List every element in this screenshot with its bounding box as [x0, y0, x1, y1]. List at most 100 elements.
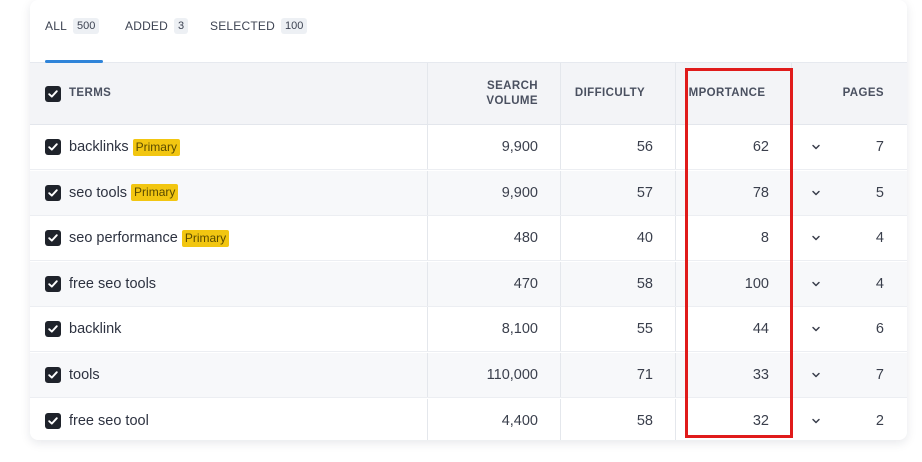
expand-row-button[interactable] [800, 307, 832, 351]
table-row[interactable]: backlink 8,100 55 44 6 [30, 307, 907, 353]
importance-value: 33 [752, 367, 769, 383]
importance-header[interactable]: IMPORTANCE [685, 63, 785, 124]
chevron-down-icon [812, 190, 820, 195]
term-label: backlink [69, 321, 122, 338]
importance-value: 32 [752, 412, 769, 429]
row-checkbox[interactable] [45, 321, 61, 338]
column-divider [791, 63, 792, 124]
pages-header-label: PAGES [842, 87, 884, 99]
tab-added[interactable]: ADDED 3 [125, 18, 189, 63]
difficulty-header[interactable]: DIFFICULTY [560, 63, 660, 124]
primary-badge: Primary [131, 184, 179, 202]
importance-value: 44 [752, 321, 769, 338]
term-cell: seo tools Primary [45, 171, 425, 215]
row-checkbox[interactable] [45, 139, 61, 155]
search-volume-value: 470 [513, 275, 538, 292]
importance-value: 100 [744, 275, 769, 292]
table-row[interactable]: backlinks Primary 9,900 56 62 7 [30, 125, 907, 170]
column-divider [675, 63, 676, 124]
difficulty-value: 58 [636, 412, 653, 429]
checkbox-checked-icon [48, 416, 58, 425]
tab-selected-label: SELECTED [210, 19, 275, 33]
term-cell: backlinks Primary [45, 125, 425, 169]
chevron-down-icon [812, 144, 820, 150]
importance-header-label: IMPORTANCE [685, 87, 766, 99]
checkbox-checked-icon [48, 325, 58, 333]
chevron-down-icon [812, 327, 820, 332]
search-volume-header-line1: SEARCH [487, 79, 538, 92]
tab-added-count: 3 [174, 18, 189, 34]
table-row[interactable]: seo tools Primary 9,900 57 78 5 [30, 170, 907, 216]
difficulty-header-label: DIFFICULTY [574, 87, 646, 99]
checkbox-checked-icon [48, 234, 58, 242]
pages-value: 7 [875, 367, 884, 383]
difficulty-value: 71 [636, 367, 653, 383]
tab-all-count: 500 [72, 18, 100, 34]
term-cell: backlink [45, 307, 425, 351]
term-cell: free seo tools [45, 262, 425, 306]
difficulty-value: 56 [636, 139, 653, 155]
row-checkbox[interactable] [45, 184, 61, 201]
keywords-card: ALL 500 ADDED 3 SELECTED 100 TERMS SEARC… [30, 0, 907, 440]
importance-value: 78 [752, 184, 769, 201]
term-cell: free seo tool [45, 399, 425, 440]
tab-selected[interactable]: SELECTED 100 [210, 18, 308, 63]
terms-header-label: TERMS [69, 87, 112, 99]
pages-value: 5 [875, 184, 884, 201]
terms-header: TERMS [45, 63, 425, 124]
select-all-checkbox[interactable] [45, 85, 61, 102]
table-row[interactable]: tools 110,000 71 33 7 [30, 353, 907, 398]
importance-value: 62 [752, 139, 769, 155]
table-row[interactable]: free seo tool 4,400 58 32 2 [30, 398, 907, 440]
tab-selected-count: 100 [280, 18, 308, 34]
search-volume-value: 110,000 [486, 367, 538, 383]
primary-badge: Primary [132, 138, 180, 156]
table-row[interactable]: free seo tools 470 58 100 4 [30, 261, 907, 307]
expand-row-button[interactable] [800, 125, 832, 169]
row-checkbox[interactable] [45, 367, 61, 383]
search-volume-value: 4,400 [501, 412, 538, 429]
primary-badge: Primary [181, 229, 230, 247]
difficulty-value: 58 [636, 275, 653, 292]
term-cell: tools [45, 353, 425, 397]
table-row[interactable]: seo performance Primary 480 40 8 4 [30, 216, 907, 262]
tab-all-label: ALL [45, 19, 67, 33]
expand-row-button[interactable] [800, 399, 832, 440]
table-header-row: TERMS SEARCH VOLUME DIFFICULTY IMPORTANC… [30, 63, 907, 125]
expand-row-button[interactable] [800, 262, 832, 306]
search-volume-header[interactable]: SEARCH VOLUME [428, 63, 538, 124]
checkbox-checked-icon [48, 143, 58, 151]
pages-value: 7 [875, 139, 884, 155]
term-label: backlinks [69, 139, 129, 155]
expand-row-button[interactable] [800, 216, 832, 260]
checkbox-checked-icon [48, 371, 58, 379]
difficulty-value: 40 [636, 230, 653, 247]
checkbox-checked-icon [48, 188, 58, 197]
chevron-down-icon [812, 235, 820, 241]
difficulty-value: 55 [636, 321, 653, 338]
chevron-down-icon [812, 418, 820, 423]
row-checkbox[interactable] [45, 230, 61, 247]
row-checkbox[interactable] [45, 412, 61, 429]
pages-value: 6 [875, 321, 884, 338]
chevron-down-icon [812, 281, 820, 287]
term-label: seo tools [69, 184, 128, 201]
term-label: free seo tools [69, 275, 157, 292]
term-label: free seo tool [69, 412, 149, 429]
chevron-down-icon [812, 372, 820, 378]
expand-row-button[interactable] [800, 353, 832, 397]
term-label: tools [69, 367, 100, 383]
checkbox-checked-icon [48, 280, 58, 288]
search-volume-value: 9,900 [501, 184, 538, 201]
importance-value: 8 [760, 230, 769, 247]
checkbox-checked-icon [48, 89, 58, 98]
difficulty-value: 57 [636, 184, 653, 201]
search-volume-header-line2: VOLUME [486, 94, 538, 107]
expand-row-button[interactable] [800, 171, 832, 215]
term-label: seo performance [69, 230, 178, 247]
pages-header[interactable]: PAGES [830, 63, 884, 124]
row-checkbox[interactable] [45, 275, 61, 292]
pages-value: 4 [875, 275, 884, 292]
tab-all[interactable]: ALL 500 [45, 18, 103, 63]
search-volume-value: 9,900 [501, 139, 538, 155]
